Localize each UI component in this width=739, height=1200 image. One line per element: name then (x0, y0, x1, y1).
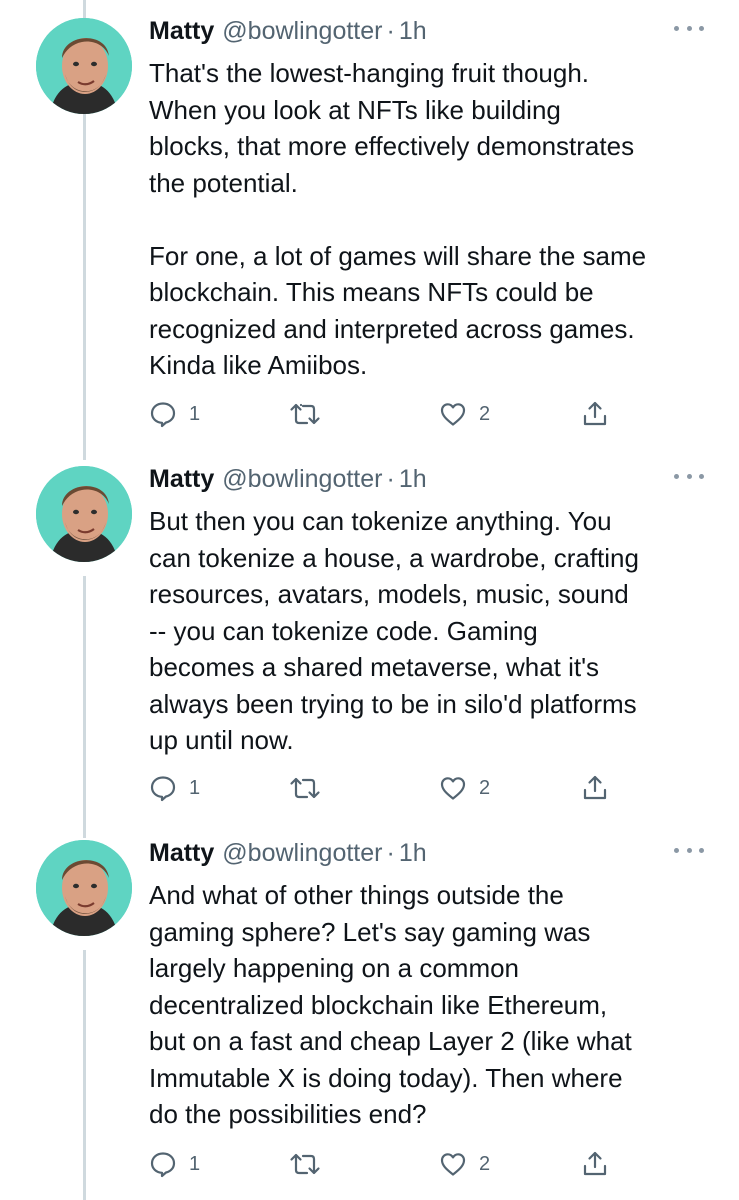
tweet[interactable]: Matty @bowlingotter · 1h And what of oth… (0, 836, 739, 1196)
author-handle[interactable]: @bowlingotter (222, 17, 382, 46)
reply-count: 1 (189, 1152, 201, 1175)
retweet-button[interactable] (289, 394, 333, 434)
tweet-text: But then you can tokenize anything. You … (149, 506, 639, 755)
avatar[interactable] (36, 466, 132, 562)
like-count: 2 (479, 402, 491, 425)
avatar-image (36, 840, 132, 936)
reply-button[interactable]: 1 (149, 1144, 200, 1184)
avatar[interactable] (36, 840, 132, 936)
avatar-image (36, 466, 132, 562)
retweet-icon (290, 403, 320, 425)
avatar[interactable] (36, 18, 132, 114)
like-icon (440, 777, 466, 800)
like-icon (440, 1153, 466, 1176)
like-button[interactable]: 2 (439, 768, 490, 808)
share-button[interactable] (581, 1144, 609, 1184)
separator: · (386, 464, 395, 493)
share-icon (583, 401, 607, 426)
reply-button[interactable]: 1 (149, 394, 200, 434)
tweet-header: Matty @bowlingotter · 1h (149, 14, 427, 48)
like-count: 2 (479, 1152, 491, 1175)
more-icon[interactable] (674, 840, 704, 860)
share-icon (583, 1151, 607, 1176)
author-name[interactable]: Matty (149, 839, 214, 868)
like-button[interactable]: 2 (439, 394, 490, 434)
retweet-icon (290, 777, 320, 799)
tweet-text: That's the lowest-hanging fruit though. … (149, 58, 647, 380)
reply-count: 1 (189, 776, 201, 799)
tweet-header: Matty @bowlingotter · 1h (149, 462, 427, 496)
share-button[interactable] (581, 394, 609, 434)
tweet-actions: 1 2 (149, 394, 619, 434)
tweet[interactable]: Matty @bowlingotter · 1h That's the lowe… (0, 14, 739, 444)
author-name[interactable]: Matty (149, 17, 214, 46)
author-name[interactable]: Matty (149, 465, 214, 494)
retweet-icon (290, 1153, 320, 1175)
timestamp[interactable]: 1h (399, 839, 427, 868)
timestamp[interactable]: 1h (399, 465, 427, 494)
author-handle[interactable]: @bowlingotter (222, 839, 382, 868)
retweet-button[interactable] (289, 768, 333, 808)
reply-icon (150, 402, 176, 428)
retweet-button[interactable] (289, 1144, 333, 1184)
timestamp[interactable]: 1h (399, 17, 427, 46)
tweet[interactable]: Matty @bowlingotter · 1h But then you ca… (0, 462, 739, 822)
like-count: 2 (479, 776, 491, 799)
like-icon (440, 403, 466, 426)
tweet-header: Matty @bowlingotter · 1h (149, 836, 427, 870)
tweet-actions: 1 2 (149, 768, 619, 808)
reply-icon (150, 1152, 176, 1178)
author-handle[interactable]: @bowlingotter (222, 465, 382, 494)
tweet-text: And what of other things outside the gam… (149, 880, 632, 1129)
separator: · (386, 838, 395, 867)
share-icon (583, 775, 607, 800)
like-button[interactable]: 2 (439, 1144, 490, 1184)
tweet-actions: 1 2 (149, 1144, 619, 1184)
reply-count: 1 (189, 402, 201, 425)
more-icon[interactable] (674, 18, 704, 38)
share-button[interactable] (581, 768, 609, 808)
reply-button[interactable]: 1 (149, 768, 200, 808)
reply-icon (150, 776, 176, 802)
avatar-image (36, 18, 132, 114)
separator: · (386, 16, 395, 45)
more-icon[interactable] (674, 466, 704, 486)
